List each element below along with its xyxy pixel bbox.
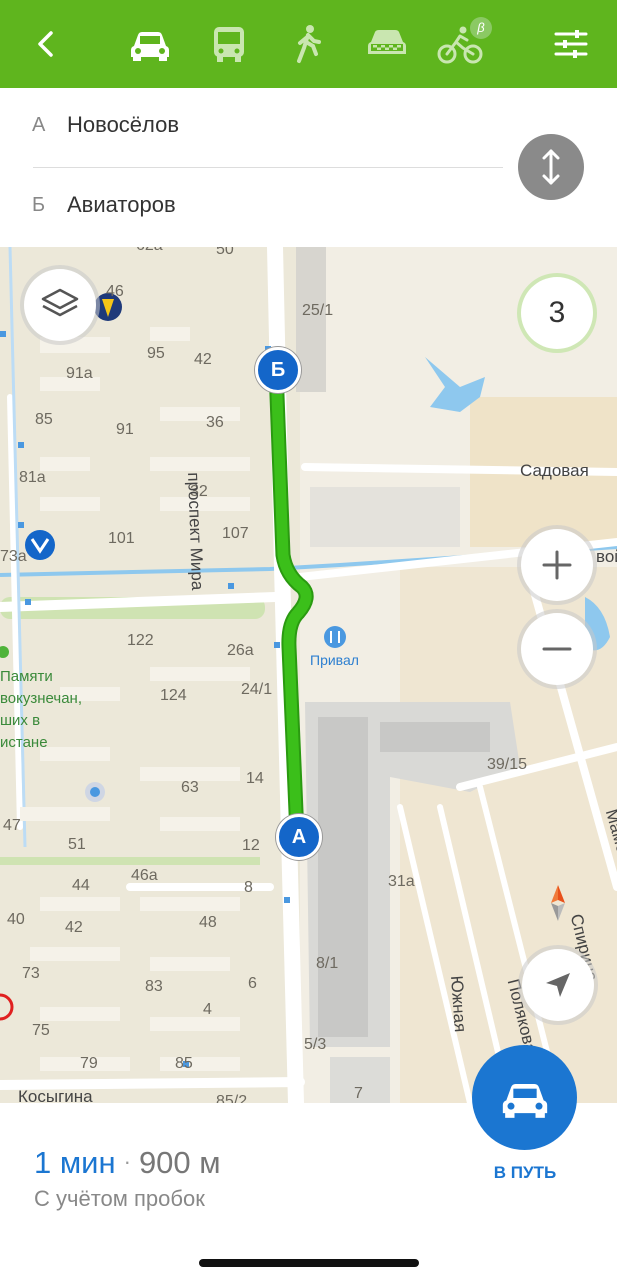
house-label: 5/3 — [304, 1036, 327, 1053]
compass-icon — [551, 885, 565, 921]
house-label: 85 — [175, 1055, 193, 1072]
street-label: вой — [596, 547, 617, 566]
car-icon — [502, 1083, 547, 1118]
house-label: 8/1 — [316, 955, 339, 972]
minus-icon — [542, 647, 572, 651]
to-address: Авиаторов — [67, 192, 176, 217]
mode-car-button[interactable] — [124, 18, 176, 70]
house-label: 25/1 — [302, 302, 334, 319]
house-label: 48 — [199, 914, 217, 931]
swap-vertical-icon — [542, 149, 560, 185]
bus-icon — [214, 27, 244, 62]
walk-icon — [297, 25, 321, 63]
house-label: 42 — [65, 919, 83, 936]
street-label: Косыгина — [18, 1087, 93, 1103]
house-label: 63 — [181, 779, 199, 796]
house-label: 85/2 — [216, 1093, 248, 1103]
route-start-marker[interactable]: А — [276, 814, 322, 860]
house-label: 79 — [80, 1055, 98, 1072]
street-label: Садовая — [520, 461, 589, 480]
back-button[interactable] — [20, 18, 72, 70]
house-label: 50 — [216, 247, 234, 258]
house-label: 44 — [72, 877, 90, 894]
transport-mode-bar: β — [0, 0, 617, 88]
separator: · — [123, 1149, 131, 1174]
house-label: 81а — [19, 469, 46, 486]
house-label: 24/1 — [241, 681, 273, 698]
house-label: 47 — [3, 817, 21, 834]
house-label: 8 — [244, 879, 253, 896]
plus-icon — [542, 550, 572, 580]
traffic-note: С учётом пробок — [34, 1186, 205, 1211]
layers-button[interactable] — [24, 269, 96, 341]
zoom-in-button[interactable] — [521, 529, 593, 601]
house-label: 7 — [354, 1085, 363, 1102]
route-eta: 1 мин · 900 м — [34, 1145, 221, 1181]
chevron-left-icon — [38, 31, 53, 57]
route-time: 1 мин — [34, 1145, 116, 1180]
poi-label: ших в — [0, 712, 41, 729]
start-navigation-label[interactable]: В ПУТЬ — [482, 1163, 568, 1183]
house-label: 91а — [66, 365, 93, 382]
mode-walk-button[interactable] — [282, 18, 334, 70]
route-settings-button[interactable] — [545, 18, 597, 70]
house-label: 46 — [106, 283, 124, 300]
sliders-icon — [554, 30, 588, 58]
my-location-button[interactable] — [522, 949, 594, 1021]
house-label: 31а — [388, 873, 415, 890]
house-label: 39/15 — [487, 756, 528, 773]
route-to-field[interactable]: Б Авиаторов — [0, 168, 510, 246]
house-label: 51 — [68, 836, 86, 853]
poi-label: Привал — [310, 652, 359, 668]
house-label: 122 — [127, 632, 154, 649]
route-end-marker[interactable]: Б — [255, 347, 301, 393]
street-label: Южная — [447, 975, 470, 1033]
house-label: 6 — [248, 975, 257, 992]
house-label: 85 — [35, 411, 53, 428]
house-label: 73а — [0, 548, 27, 565]
from-address: Новосёлов — [67, 112, 180, 137]
poi-label: вокузнечан, — [0, 690, 82, 707]
route-from-field[interactable]: А Новосёлов — [0, 88, 510, 166]
house-label: 62а — [136, 247, 163, 255]
house-label: 40 — [7, 911, 25, 928]
from-letter: А — [32, 114, 46, 136]
swap-points-button[interactable] — [518, 134, 584, 200]
house-label: 107 — [222, 525, 249, 542]
poi-label: Памяти — [0, 668, 53, 685]
house-label: 36 — [206, 414, 224, 431]
home-indicator[interactable] — [199, 1259, 419, 1267]
start-navigation-button[interactable] — [472, 1045, 577, 1150]
traffic-level-indicator[interactable]: 3 — [521, 277, 593, 349]
house-label: 83 — [145, 978, 163, 995]
route-points-panel: А Новосёлов Б Авиаторов — [0, 88, 617, 247]
beta-badge: β — [470, 17, 492, 39]
house-label: 4 — [203, 1001, 212, 1018]
route-distance: 900 м — [138, 1145, 221, 1180]
to-letter: Б — [32, 194, 46, 216]
layers-icon — [41, 288, 79, 317]
navigation-arrow-icon — [546, 973, 570, 997]
house-label: 124 — [160, 687, 187, 704]
mode-taxi-button[interactable] — [361, 18, 413, 70]
zoom-out-button[interactable] — [521, 613, 593, 685]
house-label: 75 — [32, 1022, 50, 1039]
house-label: 26а — [227, 642, 254, 659]
house-label: 46а — [131, 867, 158, 884]
poi-label: истане — [0, 734, 48, 751]
taxi-icon — [368, 30, 406, 54]
map-view[interactable]: 62а 50 46 25/1 95 42 91а 85 91 36 81а 32… — [0, 247, 617, 1103]
house-label: 73 — [22, 965, 40, 982]
compass-button[interactable] — [522, 867, 594, 939]
house-label: 95 — [147, 345, 165, 362]
mode-bus-button[interactable] — [203, 18, 255, 70]
house-label: 101 — [108, 530, 135, 547]
house-label: 14 — [246, 770, 264, 787]
house-label: 91 — [116, 421, 134, 438]
house-label: 42 — [194, 351, 212, 368]
street-label: проспект Мира — [184, 472, 208, 591]
house-label: 12 — [242, 837, 260, 854]
car-icon — [131, 32, 169, 61]
